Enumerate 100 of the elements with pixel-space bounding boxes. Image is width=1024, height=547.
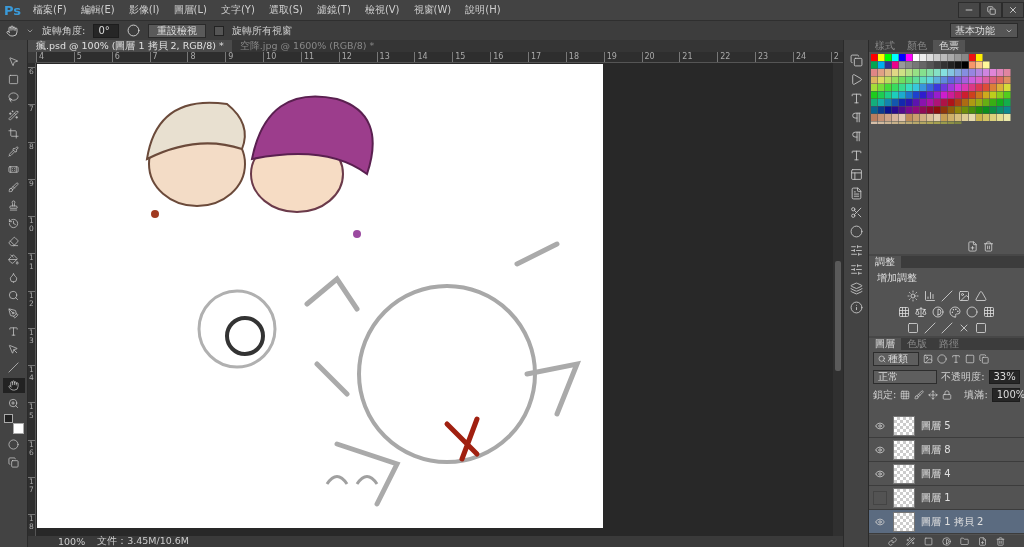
menu-item[interactable]: 圖層(L) xyxy=(173,3,207,17)
move-tool-icon[interactable] xyxy=(8,56,19,67)
layer-row[interactable]: 圖層 8 xyxy=(869,438,1024,462)
info-icon[interactable] xyxy=(849,301,863,314)
menu-item[interactable]: 選取(S) xyxy=(268,3,303,17)
lasso-tool-icon[interactable] xyxy=(8,92,19,103)
lock-all-icon[interactable] xyxy=(942,390,953,400)
close-button[interactable] xyxy=(1002,2,1024,18)
line-tool-icon[interactable] xyxy=(8,362,19,373)
rotate-tool-icon[interactable] xyxy=(6,24,18,37)
menu-item[interactable]: 編輯(E) xyxy=(80,3,115,17)
tools-icon[interactable] xyxy=(849,206,863,219)
panel-tab[interactable]: 顏色 xyxy=(901,40,933,52)
panel-tab[interactable]: 色票 xyxy=(933,40,965,52)
menu-item[interactable]: 文字(Y) xyxy=(220,3,255,17)
curves-icon[interactable] xyxy=(940,290,953,302)
clone-source-icon[interactable] xyxy=(849,54,863,67)
photo-filter-icon[interactable] xyxy=(949,306,961,318)
brush-tool-icon[interactable] xyxy=(8,182,19,193)
notes-icon[interactable] xyxy=(849,187,863,200)
adjustment-layer-icon[interactable] xyxy=(942,536,951,546)
screen-mode-icon[interactable] xyxy=(8,457,19,468)
marquee-tool-icon[interactable] xyxy=(8,74,19,85)
ruler-number: 14 xyxy=(414,52,453,62)
healing-brush-tool-icon[interactable] xyxy=(8,164,19,175)
panel-tab[interactable]: 調整 xyxy=(869,256,901,268)
image-filter-icon[interactable] xyxy=(923,354,933,364)
pen-tool-icon[interactable] xyxy=(8,308,19,319)
checkbox[interactable] xyxy=(214,25,225,36)
restore-button[interactable] xyxy=(980,2,1002,18)
color-swatches[interactable] xyxy=(871,54,1011,124)
trash-icon[interactable] xyxy=(996,536,1005,546)
eraser-tool-icon[interactable] xyxy=(8,236,19,247)
workspace-dropdown[interactable]: 基本功能 xyxy=(950,23,1018,38)
trash-icon[interactable] xyxy=(983,241,994,252)
layer-row[interactable]: 圖層 1 拷貝 2 xyxy=(869,510,1024,534)
document-tab[interactable]: 空降.jpg @ 1600% (RGB/8) * xyxy=(231,40,383,52)
rotate-view-tool-icon[interactable] xyxy=(8,380,19,391)
document-tab[interactable]: 瘋.psd @ 100% (圖層 1 拷貝 2, RGB/8) * xyxy=(28,40,232,52)
magic-wand-tool-icon[interactable] xyxy=(8,110,19,121)
lock-paint-icon[interactable] xyxy=(914,390,925,400)
ruler-number: 9 xyxy=(225,52,264,62)
lock-position-icon[interactable] xyxy=(928,390,939,400)
actions-play-icon[interactable] xyxy=(849,73,863,86)
new-layer-icon[interactable] xyxy=(978,536,987,546)
layer-comps-icon[interactable] xyxy=(849,282,863,295)
circle-icon[interactable] xyxy=(849,225,863,238)
filter-dropdown[interactable]: 種類 xyxy=(873,352,919,366)
foreground-color-swatch[interactable] xyxy=(3,414,13,423)
path-selection-tool-icon[interactable] xyxy=(8,344,19,355)
new-swatch-icon[interactable] xyxy=(967,241,978,252)
menu-item[interactable]: 說明(H) xyxy=(465,3,501,17)
layout-icon[interactable] xyxy=(849,168,863,181)
blend-mode-dropdown[interactable]: 正常 xyxy=(873,370,938,384)
brightness-icon[interactable] xyxy=(906,290,919,302)
text-tool-icon[interactable] xyxy=(8,326,19,337)
character-icon[interactable] xyxy=(849,92,863,105)
color-balance-icon[interactable] xyxy=(915,306,927,318)
lock-pixels-icon[interactable] xyxy=(900,390,911,400)
paragraph-style-icon[interactable] xyxy=(849,130,863,143)
scrollbar-thumb[interactable] xyxy=(835,261,841,371)
layer-row[interactable]: 圖層 1 xyxy=(869,486,1024,510)
opacity-field[interactable]: 33% xyxy=(988,370,1020,384)
folder-icon[interactable] xyxy=(960,536,969,546)
panel-tab[interactable]: 路徑 xyxy=(933,338,965,350)
levels-icon[interactable] xyxy=(923,290,936,302)
zoom-tool-icon[interactable] xyxy=(8,398,19,409)
menu-item[interactable]: 影像(I) xyxy=(128,3,160,17)
background-color-swatch[interactable] xyxy=(12,423,24,434)
menu-item[interactable]: 檔案(F) xyxy=(33,3,67,17)
menu-item[interactable]: 視窗(W) xyxy=(413,3,452,17)
layer-row[interactable]: 圖層 5 xyxy=(869,414,1024,438)
half-circle-icon[interactable] xyxy=(932,306,944,318)
link-icon[interactable] xyxy=(888,536,897,546)
blur-tool-icon[interactable] xyxy=(8,272,19,283)
angle-field[interactable]: 0° xyxy=(93,23,120,38)
paragraph-icon[interactable] xyxy=(849,111,863,124)
paint-bucket-tool-icon[interactable] xyxy=(8,254,19,265)
mask-icon[interactable] xyxy=(924,536,933,546)
panel-tab[interactable]: 色版 xyxy=(901,338,933,350)
vibrance-icon[interactable] xyxy=(974,290,987,302)
document-size: 文件：3.45M/10.6M xyxy=(97,535,190,547)
menu-item[interactable]: 濾鏡(T) xyxy=(316,3,351,17)
quick-mask-icon[interactable] xyxy=(8,439,19,450)
panel-tab[interactable]: 圖層 xyxy=(869,338,901,350)
crop-tool-icon[interactable] xyxy=(8,128,19,139)
minimize-button[interactable] xyxy=(958,2,980,18)
eyedropper-tool-icon[interactable] xyxy=(8,146,19,157)
character-style-icon[interactable] xyxy=(849,149,863,162)
layer-row[interactable]: 圖層 4 xyxy=(869,462,1024,486)
stamp-tool-icon[interactable] xyxy=(8,200,19,211)
reset-view-button[interactable]: 重設檢視 xyxy=(148,23,207,38)
menu-item[interactable]: 檢視(V) xyxy=(364,3,400,17)
text-filter-icon[interactable] xyxy=(951,354,961,364)
history-brush-tool-icon[interactable] xyxy=(8,218,19,229)
zoom-level[interactable]: 100% xyxy=(58,536,86,547)
effects-icon[interactable] xyxy=(906,536,915,546)
angle-dial-icon[interactable] xyxy=(127,24,141,37)
shape-filter-icon[interactable] xyxy=(965,354,975,364)
panel-tab[interactable]: 樣式 xyxy=(869,40,901,52)
